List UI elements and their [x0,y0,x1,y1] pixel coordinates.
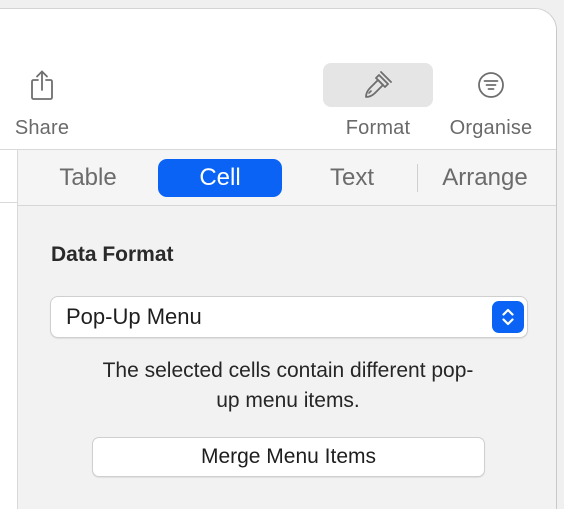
organise-filter-icon [478,72,504,98]
share-icon-wrap [0,63,97,107]
paintbrush-icon [365,71,392,98]
tab-text[interactable]: Text [307,159,397,197]
tab-arrange[interactable]: Arrange [429,159,541,197]
data-format-title: Data Format [51,243,174,266]
tab-separator [417,164,418,192]
format-icon-wrap [323,63,433,107]
format-inspector: Table Cell Text Arrange Data Format Pop-… [18,150,556,509]
message-line-2: up menu items. [216,389,360,412]
organise-label: Organise [449,117,533,139]
format-button[interactable]: Format [323,63,433,140]
document-edge-divider [0,202,17,203]
tab-table[interactable]: Table [44,159,132,197]
toolbar: Share Format Organise [0,9,556,150]
merge-menu-items-button[interactable]: Merge Menu Items [92,437,485,477]
data-format-popup[interactable]: Pop-Up Menu [50,296,528,338]
data-format-value: Pop-Up Menu [66,304,202,329]
share-icon [31,70,53,100]
share-button[interactable]: Share [0,63,97,140]
mixed-items-message: The selected cells contain different pop… [50,356,526,416]
inspector-tabbar: Table Cell Text Arrange [18,150,556,206]
share-label: Share [14,117,70,139]
message-line-1: The selected cells contain different pop… [102,359,474,382]
organise-button[interactable]: Organise [436,63,546,140]
document-edge [0,150,18,509]
up-down-chevron-icon [502,308,514,326]
organise-icon-wrap [436,63,546,107]
format-label: Format [345,117,411,139]
popup-stepper[interactable] [492,301,524,333]
tab-cell[interactable]: Cell [158,159,282,197]
app-window: Share Format Organise Table Cell Text Ar… [0,8,557,509]
